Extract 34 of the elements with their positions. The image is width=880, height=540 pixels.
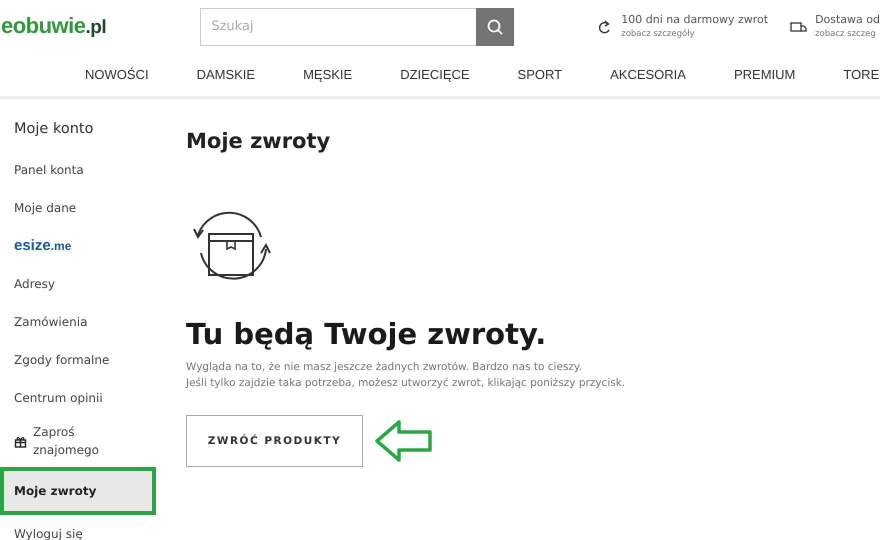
logo[interactable]: eobuwie.pl [0,13,200,39]
nav-item[interactable]: DZIECIĘCE [400,66,470,82]
search-button[interactable] [476,8,514,46]
sidebar-item[interactable]: Centrum opinii [0,379,156,417]
sidebar-title: Moje konto [13,121,94,139]
sidebar-item[interactable]: Zamówienia [0,303,156,341]
description-text: Wygląda na to, że nie masz jeszcze żadnych zwrotów. Bardzo nas to cieszy. [186,361,583,373]
nav-item[interactable]: NOWOŚCI [85,66,149,82]
search-icon [486,18,504,36]
gift-icon [14,434,27,448]
empty-state-heading: Tu będą Twoje zwroty. [186,317,546,351]
info-text: 100 dni na darmowy zwrot [621,13,768,26]
return-products-button[interactable]: ZWRÓĆ PRODUKTY [186,415,363,467]
nav-item[interactable]: MĘSKIE [303,66,352,82]
sidebar-item[interactable]: Zaproś znajomego [0,417,156,465]
sidebar-item[interactable]: Adresy [0,265,156,303]
nav-item[interactable]: AKCESORIA [610,66,686,82]
info-text: Dostawa od [815,13,880,26]
sidebar-item[interactable]: Moje zwroty [0,467,156,515]
page-title: Moje zwroty [186,129,330,153]
sidebar-item[interactable]: Moje dane [0,189,156,227]
sidebar-item[interactable]: Zgody formalne [0,341,156,379]
nav-item[interactable]: TORE [843,66,880,82]
description-text: Jeśli tylko zajdzie taka potrzeba, możesz utworzyć zwrot, klikając poniższy przycisk. [186,377,626,389]
details-link[interactable]: zobacz szczegóły [621,29,768,39]
arrow-annotation-icon [373,418,435,464]
nav-item[interactable]: SPORT [518,66,562,82]
nav-item[interactable]: PREMIUM [734,66,796,82]
brand-link[interactable]: esize.me [0,227,156,265]
details-link[interactable]: zobacz szczeg [815,29,880,39]
nav-item[interactable]: DAMSKIE [196,66,256,82]
sidebar-item[interactable]: Panel konta [0,151,156,189]
sidebar-item-label: Zaproś znajomego [33,424,100,459]
search-field[interactable]: Szukaj [200,8,476,46]
